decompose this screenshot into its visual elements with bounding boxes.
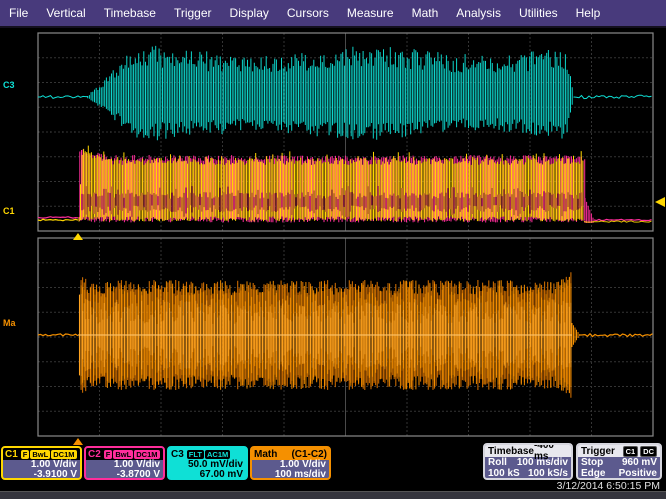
math-trace-end-taper <box>572 323 580 347</box>
trigger-level-marker-icon[interactable] <box>655 197 665 207</box>
menu-bar: FileVerticalTimebaseTriggerDisplayCursor… <box>0 0 666 28</box>
math-settings: 1.00 V/div100 ms/div <box>252 460 329 480</box>
c3-settings: 50.0 mV/div67.00 mV <box>169 460 246 480</box>
c2-badge-bwl: BwL <box>113 450 133 459</box>
c1-settings: 1.00 V/div-3.9100 V <box>3 460 80 480</box>
trigger-row-0-key: Stop <box>581 457 603 468</box>
trigger-panel[interactable]: Trigger C1DC Stop 960 mV Edge Positive <box>576 443 662 480</box>
trace-label-c3[interactable]: C3 <box>3 80 15 90</box>
menu-item-trigger[interactable]: Trigger <box>165 0 221 26</box>
c3-setting-1: 67.00 mV <box>172 470 243 480</box>
c1-badge-dc1m: DC1M <box>51 450 76 459</box>
menu-item-display[interactable]: Display <box>221 0 278 26</box>
menu-item-timebase[interactable]: Timebase <box>95 0 165 26</box>
timebase-row-1-key: 100 kS <box>488 468 520 479</box>
math-source-expression: (C1-C2) <box>291 449 327 460</box>
timebase-panel[interactable]: Timebase -400 ms Roll100 ms/div100 kS100… <box>483 443 573 480</box>
menu-item-help[interactable]: Help <box>567 0 610 26</box>
waveform-display[interactable]: C3 C1 Ma <box>0 0 666 499</box>
c2-setting-1: -3.8700 V <box>89 470 160 480</box>
c2-settings: 1.00 V/div-3.8700 V <box>86 460 163 480</box>
timebase-row-1-value: 100 kS/s <box>528 468 568 479</box>
trigger-row-1-value: Positive <box>619 468 657 479</box>
math-trace-baseline-right <box>580 334 653 337</box>
oscilloscope-screen: C3C1Ma FileVerticalTimebaseTriggerDispla… <box>0 0 666 499</box>
trigger-title-bar: Trigger C1DC <box>578 445 660 457</box>
menu-item-measure[interactable]: Measure <box>338 0 403 26</box>
trigger-row-0: Stop 960 mV <box>581 457 657 468</box>
trace-label-c1[interactable]: C1 <box>3 206 15 216</box>
menu-item-math[interactable]: Math <box>403 0 448 26</box>
channel-descriptor-c3[interactable]: C3FLTAC1M50.0 mV/div67.00 mV <box>167 446 248 480</box>
trace-label-math[interactable]: Ma <box>3 318 16 328</box>
timebase-title-bar: Timebase -400 ms <box>485 445 571 457</box>
menu-item-vertical[interactable]: Vertical <box>37 0 94 26</box>
c1-setting-1: -3.9100 V <box>6 470 77 480</box>
trigger-row-1-key: Edge <box>581 468 605 479</box>
timebase-row-0: Roll 100 ms/div <box>488 457 568 468</box>
trigger-settings: Stop 960 mV Edge Positive <box>578 457 660 479</box>
timebase-row-0-value: 100 ms/div <box>517 457 568 468</box>
math-trace-baseline-left <box>38 334 78 336</box>
channel-descriptor-c2[interactable]: C2FBwLDC1M1.00 V/div-3.8700 V <box>84 446 165 480</box>
trigger-row-0-value: 960 mV <box>622 457 657 468</box>
c1-badge-f: F <box>21 450 30 459</box>
bottom-status-strip <box>0 491 666 499</box>
c3-trace-burst <box>86 46 574 140</box>
timebase-settings: Roll 100 ms/div100 kS 100 kS/s <box>485 457 571 479</box>
trigger-row-1: Edge Positive <box>581 468 657 479</box>
c3-badge-flt: FLT <box>187 450 204 459</box>
c3-badge-ac1m: AC1M <box>205 450 230 459</box>
math-trigger-time-marker-icon[interactable] <box>73 438 83 445</box>
c1-badge-bwl: BwL <box>30 450 50 459</box>
c1-trace-baseline-right <box>584 221 652 222</box>
c1-trace-baseline-left <box>38 219 78 220</box>
menu-item-utilities[interactable]: Utilities <box>510 0 567 26</box>
timebase-label: Timebase <box>488 446 534 457</box>
trigger-source-badges: C1DC <box>621 446 657 457</box>
timebase-row-1: 100 kS 100 kS/s <box>488 468 568 479</box>
menu-item-cursors[interactable]: Cursors <box>278 0 338 26</box>
trigger-label: Trigger <box>581 446 615 457</box>
channel-descriptor-c1[interactable]: C1FBwLDC1M1.00 V/div-3.9100 V <box>1 446 82 480</box>
c2-trace-baseline-left <box>38 217 78 218</box>
c3-trace-baseline-left <box>38 96 88 99</box>
trigger-badge-c1: C1 <box>623 446 639 457</box>
c2-trace-baseline-right <box>594 219 652 220</box>
math-label: Math <box>254 449 277 460</box>
c2-label: C2 <box>88 449 101 460</box>
trigger-time-marker-icon[interactable] <box>73 233 83 240</box>
c3-trace-baseline-right <box>574 95 652 98</box>
timebase-row-0-key: Roll <box>488 457 507 468</box>
trigger-badge-dc: DC <box>640 446 657 457</box>
menu-item-file[interactable]: File <box>0 0 37 26</box>
c2-badge-dc1m: DC1M <box>134 450 159 459</box>
c3-label: C3 <box>171 449 184 460</box>
menu-item-analysis[interactable]: Analysis <box>447 0 510 26</box>
math-setting-1: 100 ms/div <box>255 470 326 480</box>
c2-badge-f: F <box>104 450 113 459</box>
channel-descriptor-math[interactable]: Math (C1-C2)1.00 V/div100 ms/div <box>250 446 331 480</box>
c1-label: C1 <box>5 449 18 460</box>
